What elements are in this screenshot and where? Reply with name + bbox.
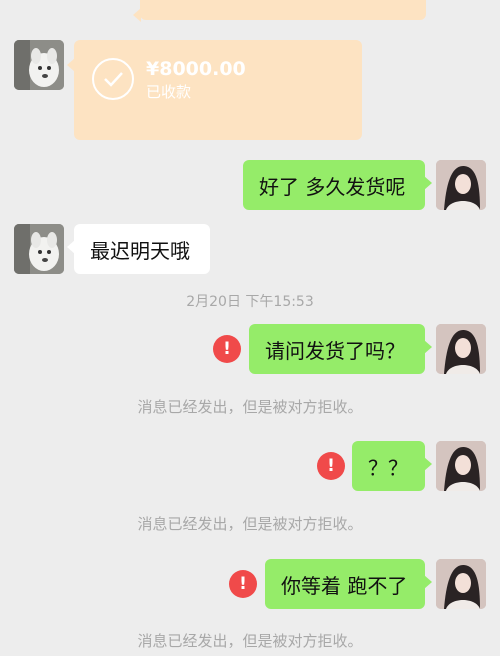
transfer-card-partial[interactable] [133,0,426,22]
exclamation-error-icon[interactable]: ! [229,570,257,598]
dog-avatar-icon [14,40,64,90]
message-text: 好了 多久发货呢 [259,174,406,199]
message-text: ？？ [368,455,408,480]
user-avatar[interactable] [436,160,486,210]
exclamation-error-icon[interactable]: ! [213,335,241,363]
exclamation-error-icon[interactable]: ! [317,452,345,480]
girl-avatar-icon [436,160,486,210]
transfer-amount: ¥8000.00 [146,58,246,80]
message-bubble-sent[interactable]: ？？ [352,441,432,491]
transfer-card[interactable]: ¥8000.00 已收款 [67,40,362,140]
contact-avatar[interactable] [14,224,64,274]
transfer-status: 已收款 [146,83,192,101]
error-symbol: ! [327,456,335,476]
message-bubble-sent[interactable]: 你等着 跑不了 [265,559,432,609]
checkmark-circle-icon [92,58,134,100]
error-symbol: ! [239,574,247,594]
message-bubble-sent[interactable]: 好了 多久发货呢 [243,160,432,210]
user-avatar[interactable] [436,441,486,491]
rejected-notice: 消息已经发出，但是被对方拒收。 [137,632,363,650]
timestamp: 2月20日 下午15:53 [186,294,314,310]
rejected-notice: 消息已经发出，但是被对方拒收。 [137,515,363,533]
message-text: 你等着 跑不了 [281,573,408,598]
message-bubble-sent[interactable]: 请问发货了吗？ [249,324,432,374]
rejected-notice: 消息已经发出，但是被对方拒收。 [137,398,363,416]
message-text: 最迟明天哦 [90,238,190,263]
girl-avatar-icon [436,324,486,374]
message-bubble-received[interactable]: 最迟明天哦 [67,224,210,274]
message-text: 请问发货了吗？ [265,338,405,363]
dog-avatar-icon [14,224,64,274]
user-avatar[interactable] [436,559,486,609]
girl-avatar-icon [436,559,486,609]
girl-avatar-icon [436,441,486,491]
error-symbol: ! [223,339,231,359]
user-avatar[interactable] [436,324,486,374]
contact-avatar[interactable] [14,40,64,90]
